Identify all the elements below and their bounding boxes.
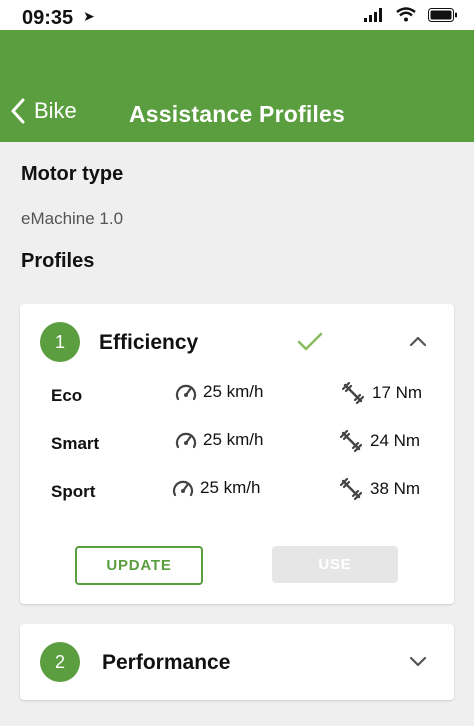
chevron-up-icon[interactable] bbox=[409, 335, 427, 347]
cellular-signal-icon bbox=[364, 7, 382, 22]
torque-text: 24 Nm bbox=[370, 431, 421, 450]
motor-type-heading: Motor type bbox=[21, 163, 124, 185]
use-button[interactable]: USE bbox=[272, 546, 398, 583]
speed-text: 25 km/h bbox=[203, 382, 264, 401]
chevron-down-icon[interactable] bbox=[409, 656, 427, 668]
page-title: Assistance Profiles bbox=[128, 101, 345, 127]
profile-number-badge: 1 bbox=[40, 322, 80, 362]
torque-wrench-icon bbox=[342, 382, 364, 404]
assist-level-name: Smart bbox=[51, 434, 100, 453]
speedometer-icon bbox=[175, 432, 197, 449]
profiles-heading: Profiles bbox=[21, 250, 95, 272]
speed-text: 25 km/h bbox=[203, 430, 264, 449]
profile-name: Efficiency bbox=[99, 331, 199, 354]
torque-value: 38 Nm bbox=[340, 478, 420, 500]
status-time: 09:35 bbox=[22, 7, 74, 29]
profile-header-efficiency[interactable]: 1 Efficiency bbox=[20, 304, 454, 380]
torque-value: 17 Nm bbox=[342, 382, 422, 404]
navigation-bar: Bike Assistance Profiles bbox=[0, 30, 474, 142]
assist-level-name: Sport bbox=[51, 482, 96, 501]
torque-text: 38 Nm bbox=[370, 479, 421, 498]
speedometer-icon bbox=[175, 384, 197, 401]
battery-icon bbox=[428, 7, 457, 22]
profile-card-performance[interactable]: 2 Performance bbox=[20, 624, 454, 700]
assist-level-name: Eco bbox=[51, 386, 83, 405]
profile-name: Performance bbox=[102, 651, 231, 674]
speedometer-icon bbox=[172, 480, 194, 497]
speed-value: 25 km/h bbox=[175, 382, 263, 402]
speed-text: 25 km/h bbox=[200, 478, 261, 497]
wifi-icon bbox=[396, 7, 416, 22]
speed-value: 25 km/h bbox=[172, 478, 260, 498]
status-bar: 09:35 ➤ bbox=[0, 0, 474, 30]
profile-number-badge: 2 bbox=[40, 642, 80, 682]
torque-text: 17 Nm bbox=[372, 383, 423, 402]
torque-value: 24 Nm bbox=[340, 430, 420, 452]
torque-wrench-icon bbox=[340, 430, 362, 452]
checkmark-icon bbox=[297, 332, 323, 351]
speed-value: 25 km/h bbox=[175, 430, 263, 450]
motor-type-value: eMachine 1.0 bbox=[21, 209, 124, 228]
location-arrow-icon: ➤ bbox=[83, 8, 95, 24]
update-button[interactable]: UPDATE bbox=[75, 546, 203, 585]
profile-card-efficiency: 1 Efficiency Eco 25 km/h 17 Nm Smart 25 … bbox=[20, 304, 454, 604]
torque-wrench-icon bbox=[340, 478, 362, 500]
